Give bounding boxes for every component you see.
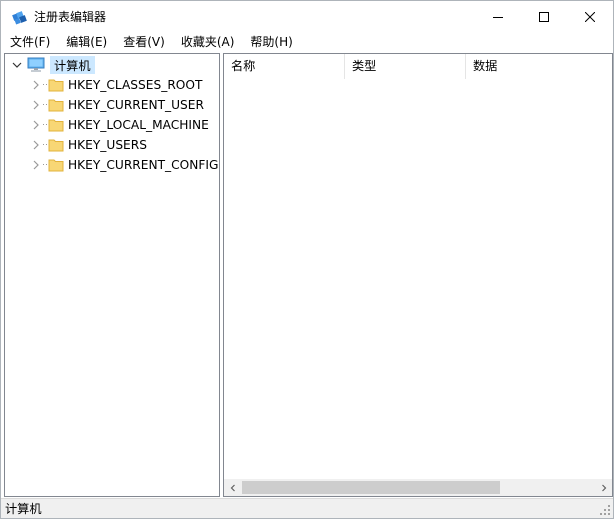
chevron-right-icon[interactable] (30, 119, 42, 131)
scroll-left-button[interactable] (224, 479, 241, 496)
values-list[interactable]: 名称 类型 数据 (223, 53, 613, 497)
column-header-name[interactable]: 名称 (224, 54, 345, 79)
tree-label[interactable]: HKEY_CURRENT_USER (68, 95, 204, 115)
regedit-window: 注册表编辑器 文件(F) 编辑(E) 查看(V) 收藏夹(A) 帮助(H) 计算… (0, 0, 614, 519)
regedit-icon (12, 11, 27, 25)
tree-item-hkey-classes-root[interactable]: HKEY_CLASSES_ROOT (5, 75, 219, 95)
computer-icon (27, 57, 45, 72)
menu-edit[interactable]: 编辑(E) (57, 32, 114, 52)
chevron-right-icon (601, 484, 606, 491)
chevron-left-icon (230, 484, 235, 491)
tree-label[interactable]: HKEY_CLASSES_ROOT (68, 75, 202, 95)
tree-label[interactable]: HKEY_LOCAL_MACHINE (68, 115, 209, 135)
chevron-down-icon[interactable] (11, 59, 23, 71)
folder-icon (48, 159, 64, 172)
tree-item-hkey-current-config[interactable]: HKEY_CURRENT_CONFIG (5, 155, 219, 175)
scroll-thumb[interactable] (242, 481, 500, 494)
menu-file[interactable]: 文件(F) (1, 32, 57, 52)
tree-item-hkey-local-machine[interactable]: HKEY_LOCAL_MACHINE (5, 115, 219, 135)
maximize-button[interactable] (521, 1, 567, 32)
menu-view[interactable]: 查看(V) (114, 32, 172, 52)
chevron-right-icon[interactable] (30, 99, 42, 111)
tree-item-computer[interactable]: 计算机 (5, 55, 219, 75)
maximize-icon (539, 11, 549, 22)
scroll-right-button[interactable] (595, 479, 612, 496)
status-path: 计算机 (5, 502, 42, 516)
tree-label-computer[interactable]: 计算机 (50, 56, 95, 74)
menu-bar: 文件(F) 编辑(E) 查看(V) 收藏夹(A) 帮助(H) (1, 32, 613, 52)
chevron-right-icon[interactable] (30, 159, 42, 171)
menu-help[interactable]: 帮助(H) (241, 32, 299, 52)
folder-icon (48, 79, 64, 92)
chevron-right-icon[interactable] (30, 139, 42, 151)
status-bar: 计算机 (1, 498, 613, 518)
folder-icon (48, 119, 64, 132)
folder-icon (48, 99, 64, 112)
close-icon (585, 11, 595, 22)
minimize-icon (493, 16, 503, 18)
tree-label[interactable]: HKEY_USERS (68, 135, 147, 155)
title-bar[interactable]: 注册表编辑器 (1, 1, 613, 32)
registry-tree[interactable]: 计算机 HKEY_CLASSES_ROOT HKEY_CURRENT_USER (4, 53, 220, 497)
chevron-right-icon[interactable] (30, 79, 42, 91)
tree-item-hkey-current-user[interactable]: HKEY_CURRENT_USER (5, 95, 219, 115)
close-button[interactable] (567, 1, 613, 32)
folder-icon (48, 139, 64, 152)
tree-item-hkey-users[interactable]: HKEY_USERS (5, 135, 219, 155)
column-header-type[interactable]: 类型 (345, 54, 466, 79)
column-header-data[interactable]: 数据 (466, 54, 612, 79)
horizontal-scrollbar[interactable] (224, 479, 612, 496)
minimize-button[interactable] (475, 1, 521, 32)
menu-favorites[interactable]: 收藏夹(A) (172, 32, 242, 52)
resize-grip-icon[interactable] (599, 504, 611, 516)
tree-label[interactable]: HKEY_CURRENT_CONFIG (68, 155, 218, 175)
window-title: 注册表编辑器 (34, 10, 107, 24)
